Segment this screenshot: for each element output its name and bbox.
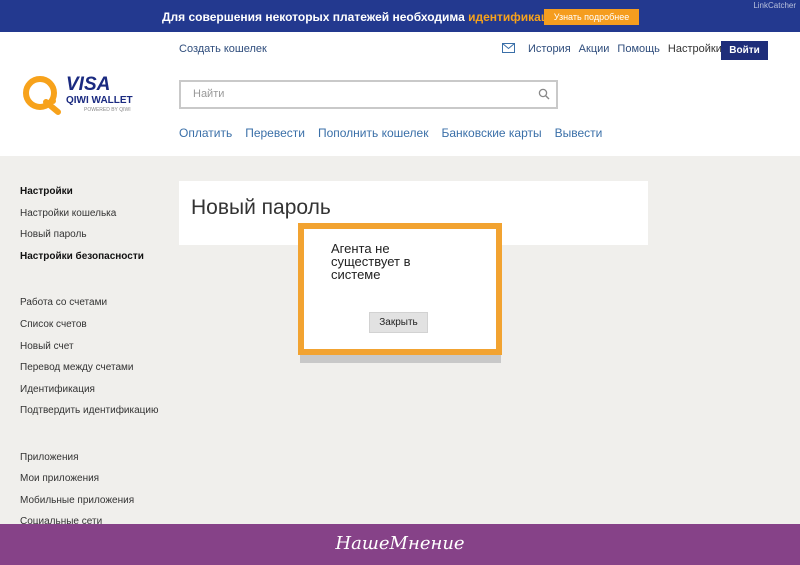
sidebar-item-identification[interactable]: Идентификация <box>20 384 95 395</box>
banner-message: Для совершения некоторых платежей необхо… <box>162 10 563 24</box>
info-banner: Для совершения некоторых платежей необхо… <box>0 0 800 32</box>
promotions-link[interactable]: Акции <box>579 43 610 55</box>
close-button[interactable]: Закрыть <box>369 312 428 333</box>
sidebar-item-confirm-identification[interactable]: Подтвердить идентификацию <box>20 405 158 416</box>
sidebar-item-new-account[interactable]: Новый счет <box>20 341 74 352</box>
nav-transfer[interactable]: Перевести <box>245 126 305 140</box>
site-header: VISA QIWI WALLET POWERED BY QIWI Создать… <box>0 32 800 156</box>
search-box[interactable]: Найти <box>179 80 558 109</box>
sidebar-item-wallet-settings[interactable]: Настройки кошелька <box>20 208 116 219</box>
history-link[interactable]: История <box>528 43 571 55</box>
learn-more-button[interactable]: Узнать подробнее <box>544 9 639 25</box>
sidebar-item-accounts-work[interactable]: Работа со счетами <box>20 297 107 308</box>
sidebar-heading-settings[interactable]: Настройки <box>20 186 73 197</box>
create-wallet-link[interactable]: Создать кошелек <box>179 43 267 55</box>
sidebar-item-applications[interactable]: Приложения <box>20 452 79 463</box>
watermark: LinkCatcher <box>753 1 796 10</box>
login-button[interactable]: Войти <box>721 41 768 60</box>
sidebar-item-transfer-between-accounts[interactable]: Перевод между счетами <box>20 362 133 373</box>
help-link[interactable]: Помощь <box>617 43 660 55</box>
top-links: История Акции Помощь Настройки <box>528 43 722 55</box>
settings-link[interactable]: Настройки <box>668 43 722 55</box>
sidebar-item-mobile-applications[interactable]: Мобильные приложения <box>20 495 134 506</box>
sidebar-item-accounts-list[interactable]: Список счетов <box>20 319 87 330</box>
nav-pay[interactable]: Оплатить <box>179 126 232 140</box>
nav-withdraw[interactable]: Вывести <box>555 126 603 140</box>
logo-visa-text: VISA <box>66 74 111 95</box>
qiwi-logo-icon <box>23 76 61 115</box>
main-nav: Оплатить Перевести Пополнить кошелек Бан… <box>179 126 602 140</box>
logo-powered-text: POWERED BY QIWI <box>84 107 131 113</box>
footer-logo-text: НашеМнение <box>335 533 465 554</box>
visa-qiwi-logo[interactable]: VISA QIWI WALLET POWERED BY QIWI <box>22 74 142 115</box>
sidebar-item-security-settings[interactable]: Настройки безопасности <box>20 251 144 262</box>
search-placeholder: Найти <box>193 88 225 100</box>
mail-icon[interactable] <box>502 43 515 53</box>
error-dialog: Агента не существует в системе Закрыть <box>298 223 502 355</box>
footer-band: НашеМнение <box>0 524 800 565</box>
logo-qiwi-text: QIWI WALLET <box>66 95 133 106</box>
search-icon[interactable] <box>538 88 550 100</box>
nav-top-up[interactable]: Пополнить кошелек <box>318 126 429 140</box>
sidebar-item-new-password[interactable]: Новый пароль <box>20 229 87 240</box>
nav-bank-cards[interactable]: Банковские карты <box>441 126 541 140</box>
sidebar-item-my-applications[interactable]: Мои приложения <box>20 473 99 484</box>
page-title: Новый пароль <box>191 196 331 219</box>
error-message: Агента не существует в системе <box>331 241 411 282</box>
